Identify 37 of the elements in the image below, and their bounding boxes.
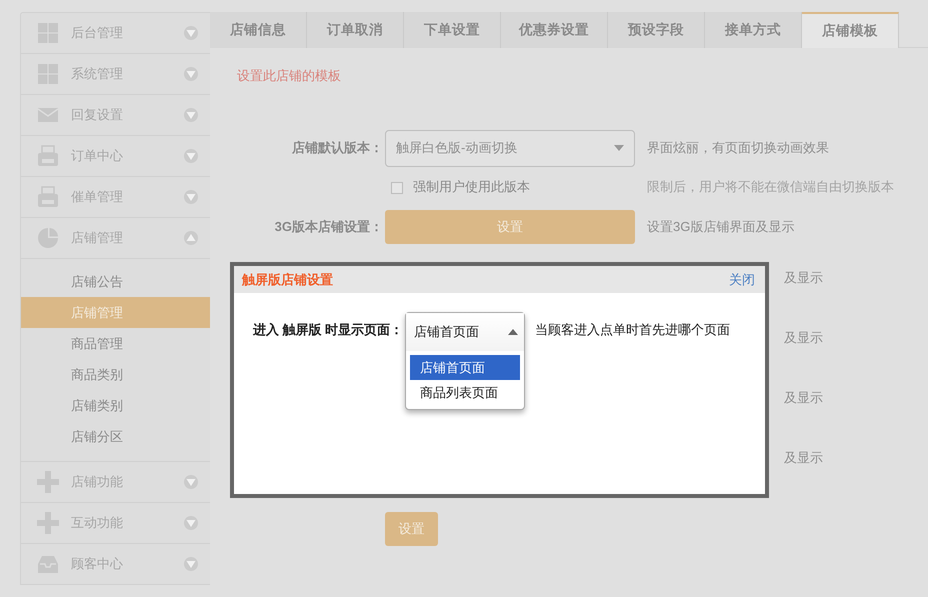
- help-text: 及显示: [784, 330, 823, 346]
- field-label: 3G版本店铺设置：: [274, 219, 383, 234]
- tab[interactable]: 优惠券设置: [501, 12, 608, 48]
- help-text: 及显示: [784, 390, 823, 406]
- tab[interactable]: 接单方式: [705, 12, 802, 48]
- hint-text: 设置此店铺的模板: [237, 68, 341, 83]
- help-text: 及显示: [784, 270, 823, 286]
- tab[interactable]: 预设字段: [608, 12, 705, 48]
- tab[interactable]: 店铺模板: [802, 12, 899, 48]
- submenu-item[interactable]: 店铺类别: [21, 390, 210, 421]
- help-text: 界面炫丽，有页面切换动画效果: [647, 140, 829, 156]
- help-text: 设置3G版店铺界面及显示: [647, 219, 794, 234]
- help-text: 及显示: [784, 450, 823, 466]
- submenu-item[interactable]: 商品管理: [21, 328, 210, 359]
- field-label: 进入 触屏版 时显示页面：: [253, 321, 404, 339]
- submenu-item[interactable]: 商品类别: [21, 359, 210, 390]
- dropdown-option[interactable]: 店铺首页面: [410, 355, 520, 380]
- dropdown-option[interactable]: 商品列表页面: [410, 380, 520, 405]
- dialog-title: 触屏版店铺设置: [242, 270, 333, 289]
- help-text: 当顾客进入点单时首先进哪个页面: [535, 321, 730, 339]
- submenu-item[interactable]: 店铺分区: [21, 421, 210, 452]
- settings-button[interactable]: 设置: [385, 210, 635, 244]
- field-label: 店铺默认版本：: [292, 140, 383, 156]
- submenu-item[interactable]: 店铺管理: [21, 297, 210, 328]
- submenu-item[interactable]: 店铺公告: [21, 266, 210, 297]
- checkbox[interactable]: [391, 182, 403, 194]
- settings-button[interactable]: 设置: [385, 512, 438, 546]
- help-text: 限制后，用户将不能在微信端自由切换版本: [647, 179, 894, 194]
- dropdown-caret-icon: [614, 145, 624, 151]
- checkbox-label: 强制用户使用此版本: [413, 179, 530, 194]
- tab[interactable]: 店铺信息: [210, 12, 307, 48]
- version-select[interactable]: 触屏白色版-动画切换: [385, 130, 635, 166]
- close-link[interactable]: 关闭: [729, 270, 755, 290]
- tab[interactable]: 下单设置: [404, 12, 501, 48]
- tab[interactable]: 订单取消: [307, 12, 404, 48]
- dropdown-value: 店铺首页面: [414, 323, 480, 342]
- page-dropdown[interactable]: 店铺首页面 店铺首页面 商品列表页面: [405, 312, 526, 410]
